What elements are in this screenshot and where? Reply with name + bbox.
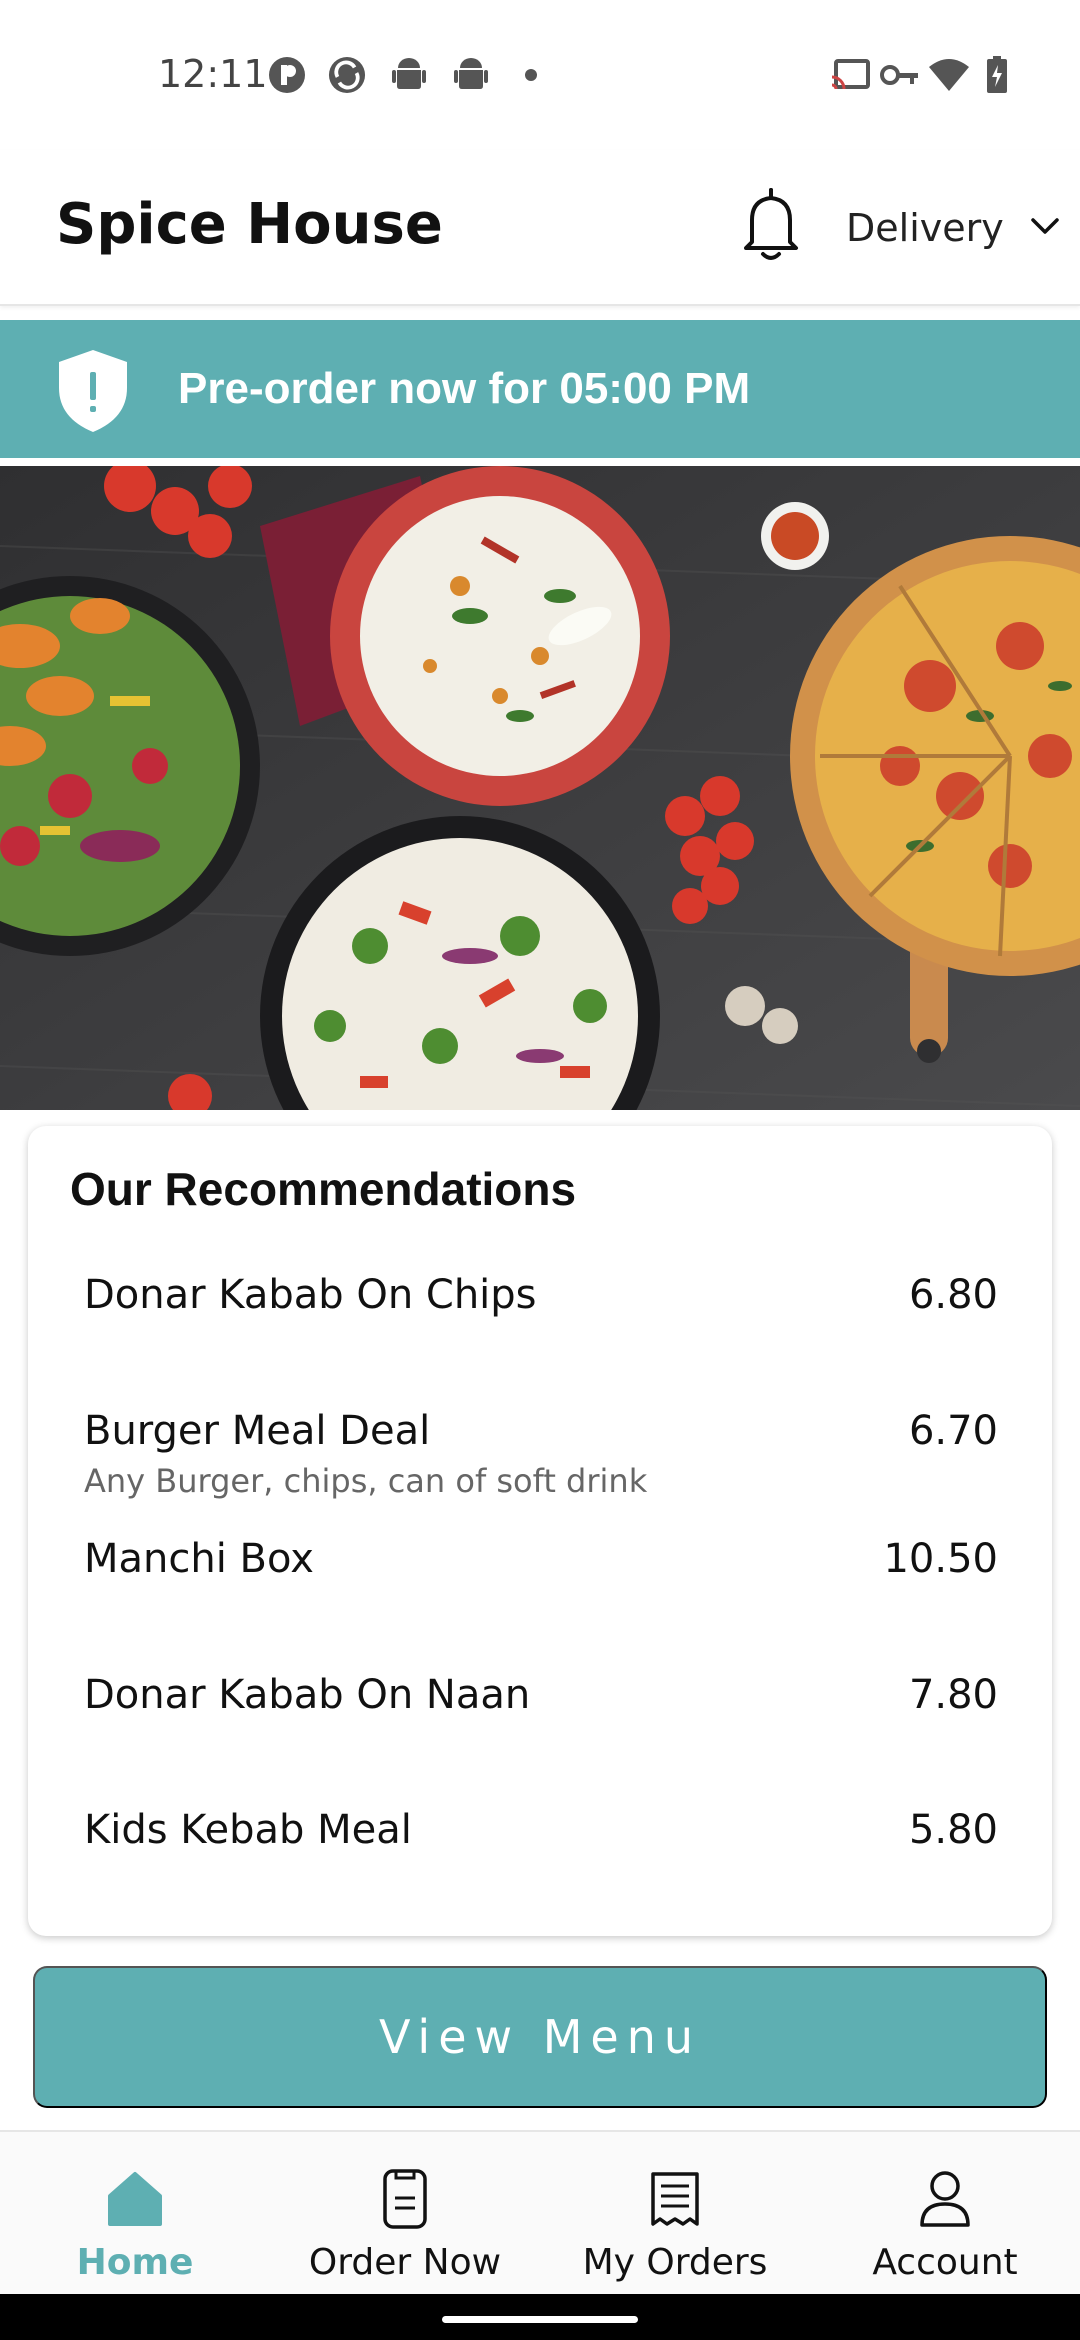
android-icon [452, 56, 490, 94]
item-name: Manchi Box [84, 1536, 314, 1582]
recommendation-item[interactable]: Manchi Box 10.50 [84, 1536, 998, 1656]
nav-item-home[interactable]: Home [0, 2132, 270, 2296]
receipt-icon [644, 2168, 706, 2230]
item-name: Donar Kabab On Naan [84, 1672, 531, 1718]
preorder-text: Pre-order now for 05:00 PM [178, 364, 751, 413]
wifi-icon [928, 56, 970, 94]
order-now-icon [374, 2168, 436, 2230]
nav-item-order-now[interactable]: Order Now [270, 2132, 540, 2296]
bottom-navigation: Home Order Now My Orders Account [0, 2130, 1080, 2294]
item-description: Any Burger, chips, can of soft drink [84, 1462, 648, 1500]
system-gesture-bar [0, 2294, 1080, 2340]
cast-icon [830, 56, 870, 94]
recommendations-card: Our Recommendations Donar Kabab On Chips… [28, 1126, 1052, 1936]
delivery-mode-label: Delivery [846, 206, 1004, 250]
app-notification-icon [268, 56, 306, 94]
vpn-key-icon [880, 56, 920, 94]
recommendation-item[interactable]: Donar Kabab On Chips 6.80 [84, 1272, 998, 1392]
item-price: 6.80 [908, 1272, 998, 1318]
nav-item-account[interactable]: Account [810, 2132, 1080, 2296]
gesture-handle[interactable] [442, 2316, 638, 2323]
recommendation-item[interactable]: Burger Meal Deal Any Burger, chips, can … [84, 1408, 998, 1528]
sync-notification-icon [328, 56, 366, 94]
item-price: 7.80 [908, 1672, 998, 1718]
hero-food-image [0, 466, 1080, 1110]
chevron-down-icon [1030, 217, 1060, 240]
nav-label-order-now: Order Now [308, 2242, 502, 2283]
nav-label-account: Account [872, 2242, 1018, 2283]
nav-label-my-orders: My Orders [582, 2242, 768, 2283]
more-notifications-dot-icon [512, 56, 550, 94]
bell-icon[interactable] [738, 186, 804, 266]
preorder-banner[interactable]: Pre-order now for 05:00 PM [0, 320, 1080, 458]
recommendation-item[interactable]: Kids Kebab Meal 5.80 [84, 1807, 998, 1927]
item-name: Burger Meal Deal [84, 1408, 431, 1454]
restaurant-title: Spice House [56, 192, 443, 257]
recommendation-item[interactable]: Donar Kabab On Naan 7.80 [84, 1672, 998, 1792]
item-price: 6.70 [908, 1408, 998, 1454]
item-price: 5.80 [908, 1807, 998, 1853]
android-icon [390, 56, 428, 94]
view-menu-button[interactable]: View Menu [33, 1966, 1047, 2108]
item-name: Donar Kabab On Chips [84, 1272, 537, 1318]
recommendations-title: Our Recommendations [70, 1163, 577, 1215]
account-icon [914, 2168, 976, 2230]
battery-charging-icon [986, 56, 1008, 94]
status-time: 12:11 [158, 52, 268, 96]
nav-item-my-orders[interactable]: My Orders [540, 2132, 810, 2296]
home-icon [104, 2168, 166, 2230]
nav-label-home: Home [76, 2242, 194, 2283]
app-header: Spice House Delivery [0, 150, 1080, 306]
item-name: Kids Kebab Meal [84, 1807, 412, 1853]
status-bar: 12:11 [0, 0, 1080, 150]
shield-alert-icon [56, 348, 130, 434]
item-price: 10.50 [883, 1536, 998, 1582]
delivery-mode-dropdown[interactable]: Delivery [846, 190, 1060, 266]
